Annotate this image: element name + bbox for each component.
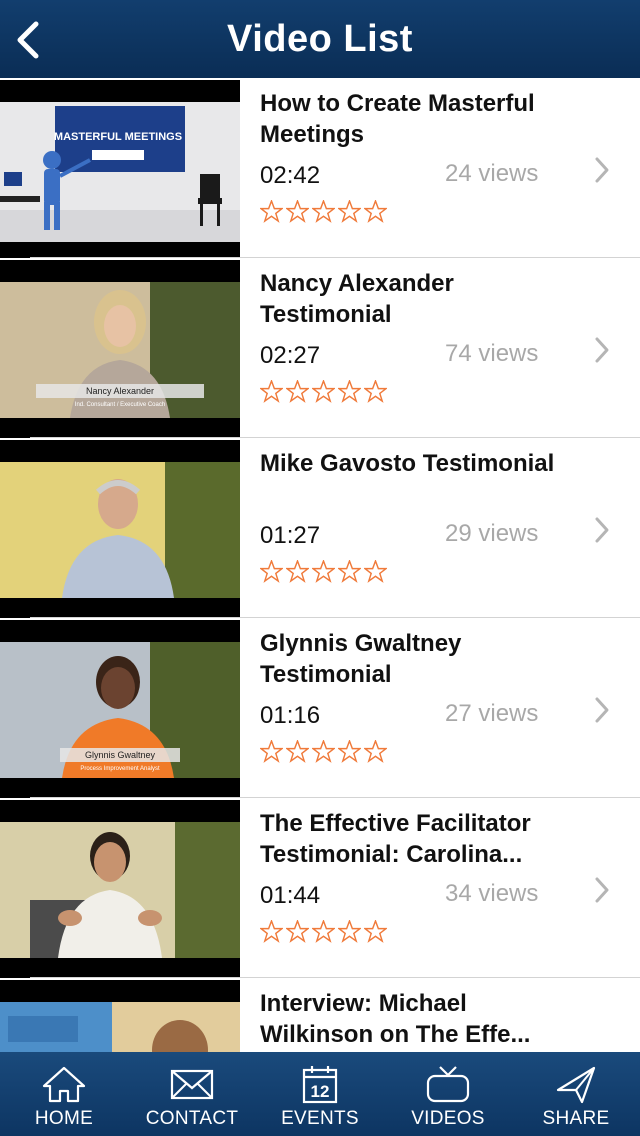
star-icon xyxy=(286,740,309,763)
calendar-day: 12 xyxy=(311,1082,330,1101)
chevron-right-icon xyxy=(595,157,609,183)
video-row[interactable]: Nancy Alexander Ind. Consultant / Execut… xyxy=(0,258,640,438)
star-icon xyxy=(260,920,283,943)
thumbnail-text: MASTERFUL MEETINGS xyxy=(54,131,182,143)
home-icon xyxy=(42,1066,86,1103)
star-icon xyxy=(338,560,361,583)
video-thumbnail xyxy=(0,980,240,1052)
video-info: Nancy Alexander Testimonial 02:27 74 vie… xyxy=(260,268,580,403)
video-title: Glynnis Gwaltney Testimonial xyxy=(260,630,462,688)
tab-home[interactable]: HOME xyxy=(0,1052,128,1136)
star-icon xyxy=(286,920,309,943)
video-row[interactable]: Interview: Michael Wilkinson on The Effe… xyxy=(0,978,640,1052)
star-icon xyxy=(312,740,335,763)
back-button[interactable] xyxy=(10,18,50,62)
video-duration: 01:27 xyxy=(260,522,321,549)
video-thumbnail xyxy=(0,800,240,978)
video-row[interactable]: The Effective Facilitator Testimonial: C… xyxy=(0,798,640,978)
video-row[interactable]: Mike Gavosto Testimonial 01:27 29 views xyxy=(0,438,640,618)
star-icon xyxy=(260,200,283,223)
thumbnail-subcaption: Ind. Consultant / Executive Coach xyxy=(75,402,165,408)
star-rating xyxy=(260,560,387,583)
star-icon xyxy=(286,200,309,223)
star-rating xyxy=(260,920,387,943)
star-icon xyxy=(260,740,283,763)
page-title: Video List xyxy=(227,17,413,60)
video-row[interactable]: MASTERFUL MEETINGS How to Create Masterf… xyxy=(0,78,640,258)
star-icon xyxy=(260,560,283,583)
video-row[interactable]: Glynnis Gwaltney Process Improvement Ana… xyxy=(0,618,640,798)
navigation-bar: Video List xyxy=(0,0,640,78)
star-icon xyxy=(364,560,387,583)
tab-label: CONTACT xyxy=(145,1108,239,1129)
video-views: 34 views xyxy=(445,880,539,907)
star-icon xyxy=(364,920,387,943)
thumbnail-subcaption: Process Improvement Analyst xyxy=(80,766,160,772)
video-duration: 01:44 xyxy=(260,882,321,909)
star-icon xyxy=(338,200,361,223)
video-thumbnail: Nancy Alexander Ind. Consultant / Execut… xyxy=(0,260,240,438)
calendar-icon: 12 xyxy=(302,1066,338,1104)
video-thumbnail: Glynnis Gwaltney Process Improvement Ana… xyxy=(0,620,240,798)
star-icon xyxy=(312,380,335,403)
video-title: Mike Gavosto Testimonial xyxy=(260,450,555,477)
chevron-right-icon xyxy=(595,517,609,543)
star-icon xyxy=(312,920,335,943)
video-duration: 01:16 xyxy=(260,702,321,729)
video-duration: 02:42 xyxy=(260,162,321,189)
video-title: How to Create Masterful Meetings xyxy=(260,90,535,148)
chevron-left-icon xyxy=(17,21,39,59)
video-duration: 02:27 xyxy=(260,342,321,369)
tab-bar: HOME CONTACT 12 EVENTS VIDEOS SHARE xyxy=(0,1052,640,1136)
video-info: Interview: Michael Wilkinson on The Effe… xyxy=(260,988,580,1050)
video-info: The Effective Facilitator Testimonial: C… xyxy=(260,808,580,943)
star-icon xyxy=(286,560,309,583)
star-rating xyxy=(260,740,387,763)
thumbnail-caption: Nancy Alexander xyxy=(86,386,154,396)
thumbnail-caption: Glynnis Gwaltney xyxy=(85,750,156,760)
star-icon xyxy=(338,380,361,403)
video-info: Glynnis Gwaltney Testimonial 01:16 27 vi… xyxy=(260,628,580,763)
video-title: Nancy Alexander Testimonial xyxy=(260,270,454,328)
tab-share[interactable]: SHARE xyxy=(512,1052,640,1136)
video-thumbnail xyxy=(0,440,240,618)
star-icon xyxy=(286,380,309,403)
video-thumbnail: MASTERFUL MEETINGS xyxy=(0,80,240,258)
video-info: How to Create Masterful Meetings 02:42 2… xyxy=(260,88,580,223)
star-icon xyxy=(364,380,387,403)
tab-label: VIDEOS xyxy=(411,1108,485,1129)
chevron-right-icon xyxy=(595,877,609,903)
tab-videos[interactable]: VIDEOS xyxy=(384,1052,512,1136)
tab-label: EVENTS xyxy=(281,1108,359,1129)
tab-label: HOME xyxy=(34,1108,94,1129)
tab-label: SHARE xyxy=(542,1108,610,1129)
star-rating xyxy=(260,380,387,403)
video-views: 29 views xyxy=(445,520,539,547)
video-info: Mike Gavosto Testimonial 01:27 29 views xyxy=(260,448,580,583)
tab-contact[interactable]: CONTACT xyxy=(128,1052,256,1136)
video-list[interactable]: MASTERFUL MEETINGS How to Create Masterf… xyxy=(0,78,640,1052)
video-views: 24 views xyxy=(445,160,539,187)
video-views: 74 views xyxy=(445,340,539,367)
star-icon xyxy=(312,560,335,583)
video-views: 27 views xyxy=(445,700,539,727)
video-title: Interview: Michael Wilkinson on The Effe… xyxy=(260,990,531,1048)
tv-icon xyxy=(426,1066,470,1103)
star-icon xyxy=(364,740,387,763)
star-icon xyxy=(338,740,361,763)
star-icon xyxy=(364,200,387,223)
chevron-right-icon xyxy=(595,337,609,363)
share-arrow-icon xyxy=(556,1066,596,1104)
tab-events[interactable]: 12 EVENTS xyxy=(256,1052,384,1136)
star-icon xyxy=(338,920,361,943)
star-icon xyxy=(260,380,283,403)
envelope-icon xyxy=(170,1069,214,1100)
star-rating xyxy=(260,200,387,223)
star-icon xyxy=(312,200,335,223)
video-title: The Effective Facilitator Testimonial: C… xyxy=(260,810,531,868)
chevron-right-icon xyxy=(595,697,609,723)
